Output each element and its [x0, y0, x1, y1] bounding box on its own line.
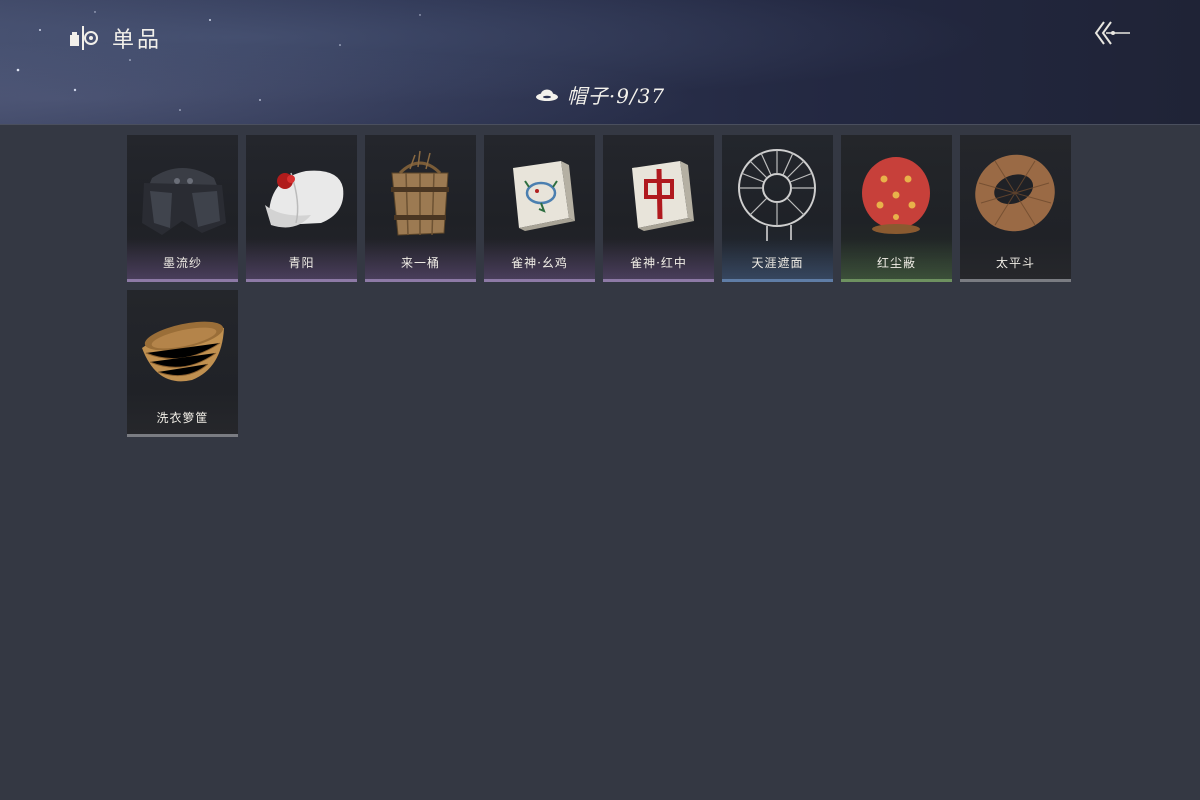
- wooden-bucket-icon: [391, 150, 449, 236]
- woven-ring-hat-icon: [975, 154, 1055, 232]
- wire-frame-hat-icon: [738, 149, 816, 241]
- item-name: 红尘蔽: [876, 256, 916, 270]
- item-card[interactable]: 来一桶: [365, 135, 476, 282]
- laundry-basket-icon: [142, 321, 224, 382]
- item-name: 太平斗: [995, 256, 1035, 270]
- item-card[interactable]: 墨流纱: [127, 135, 238, 282]
- back-button[interactable]: [1092, 16, 1134, 50]
- category-header: 帽子·9/37: [0, 80, 1200, 109]
- item-name: 洗衣箩筐: [156, 411, 209, 425]
- item-card[interactable]: 洗衣箩筐: [127, 290, 238, 437]
- item-card[interactable]: 天涯遮面: [722, 135, 833, 282]
- white-cap-icon: [265, 170, 344, 228]
- hat-icon: [535, 89, 558, 101]
- item-name: 雀神·幺鸡: [511, 256, 568, 270]
- red-lantern-hat-icon: [862, 157, 930, 234]
- item-card[interactable]: 青阳: [246, 135, 357, 282]
- item-card[interactable]: 红尘蔽: [841, 135, 952, 282]
- title-area: 单品: [68, 22, 162, 54]
- item-card[interactable]: 太平斗: [960, 135, 1071, 282]
- item-grid: 墨流纱 青阳 来一桶 雀神·幺鸡 雀神·红中 天涯遮面 红尘蔽 太平斗 洗衣箩筐: [127, 135, 1071, 437]
- page-title: 单品: [112, 28, 163, 53]
- mahjong-bird-tile-icon: [513, 161, 575, 231]
- item-card[interactable]: 雀神·幺鸡: [484, 135, 595, 282]
- item-name: 天涯遮面: [751, 256, 804, 270]
- top-bar: 单品 帽子·9/37: [0, 0, 1200, 125]
- collection-icon: [70, 26, 98, 50]
- item-card[interactable]: 雀神·红中: [603, 135, 714, 282]
- category-label: 帽子·9/37: [566, 84, 666, 108]
- black-veil-hat-icon: [142, 168, 226, 235]
- item-name: 雀神·红中: [630, 256, 687, 270]
- mahjong-red-dragon-tile-icon: [632, 161, 694, 231]
- item-name: 墨流纱: [162, 256, 202, 270]
- back-arrow-icon: [1094, 21, 1130, 45]
- item-name: 青阳: [288, 256, 315, 270]
- item-name: 来一桶: [400, 256, 440, 270]
